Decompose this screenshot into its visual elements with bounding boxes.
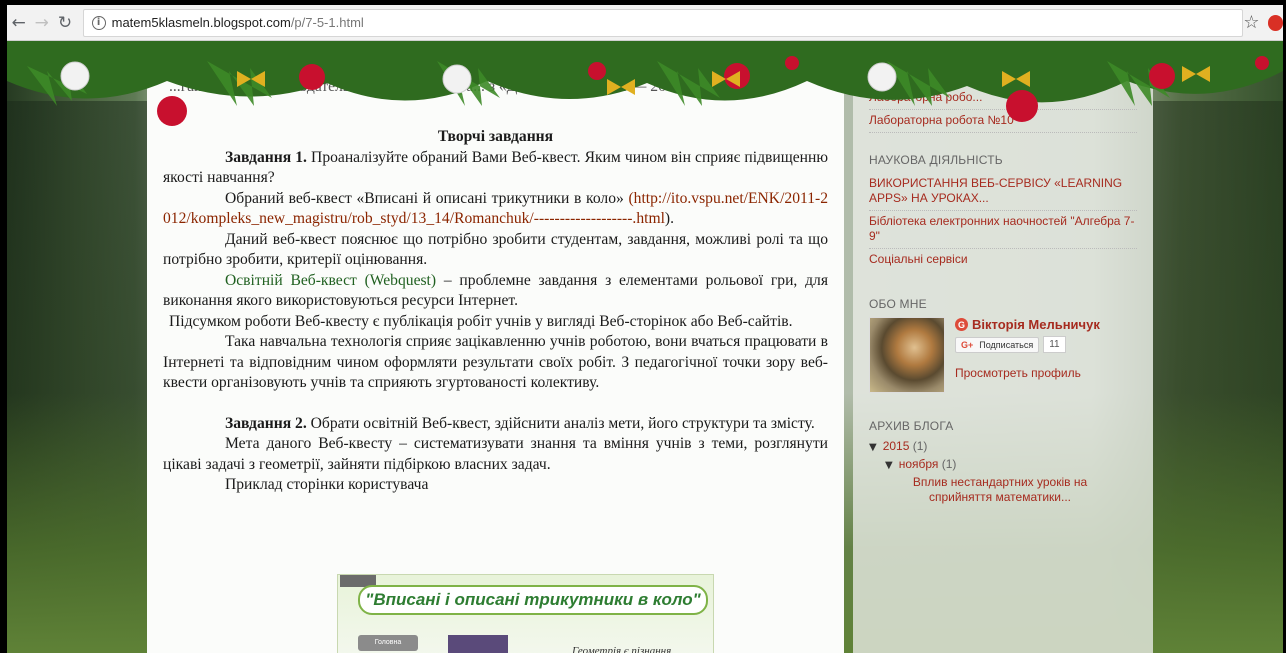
archive-month-row[interactable]: ▼ ноября (1) (869, 457, 1137, 471)
citation-line: ...ганн — 2-е ... М.: Здательско-торгова… (169, 78, 674, 95)
goal-paragraph: Мета даного Веб-квесту – систематизувати… (163, 435, 828, 473)
back-icon[interactable]: ← (7, 11, 30, 35)
follow-label: Подписаться (979, 339, 1034, 350)
triangle-down-icon[interactable]: ▼ (885, 460, 893, 471)
follower-count: 11 (1043, 336, 1066, 353)
archive-month-count: (1) (941, 457, 957, 471)
sidebar-link-learningapps[interactable]: ВИКОРИСТАННЯ ВЕБ-СЕРВІСУ «LEARNING APPS»… (869, 173, 1137, 211)
example-home-button: Головна (358, 635, 418, 651)
task1-label: Завдання 1. (225, 148, 307, 166)
profile-widget: G Вікторія Мельничук G+ Подписаться 11 Пр… (869, 317, 1137, 393)
profile-name-row[interactable]: G Вікторія Мельничук (955, 317, 1100, 332)
archive-heading: АРХИВ БЛОГА (869, 419, 954, 433)
archive-year-count: (1) (912, 439, 928, 453)
profile-name[interactable]: Вікторія Мельничук (972, 317, 1100, 332)
sidebar-link-library[interactable]: Бібліотека електронних наочностей "Алгеб… (869, 211, 1137, 249)
page-viewport: ...ганн — 2-е ... М.: Здательско-торгова… (7, 41, 1283, 653)
example-book-image (448, 635, 508, 653)
sidebar: Лабораторна робо... Лабораторна робота №… (853, 41, 1153, 653)
forward-icon[interactable]: → (30, 11, 53, 35)
task2-label: Завдання 2. (225, 414, 307, 432)
example-caption: Приклад сторінки користувача (225, 476, 429, 493)
reload-icon[interactable]: ↻ (53, 11, 76, 35)
task2-text: Обрати освітній Веб-квест, здійснити ана… (306, 414, 815, 432)
follow-row: G+ Подписаться 11 (955, 336, 1100, 353)
sidebar-link-social[interactable]: Соціальні сервіси (869, 249, 1137, 271)
description-paragraph: Даний веб-квест пояснює що потрібно зроб… (163, 230, 828, 269)
about-heading: ОБО МНЕ (869, 297, 927, 311)
url-host: matem5klasmeln.blogspot.com (111, 15, 291, 30)
sidebar-link-lab[interactable]: Лабораторна робо... (869, 87, 1137, 110)
example-page-title: "Вписані і описані трикутники в коло" (358, 585, 708, 615)
webquest-term[interactable]: Освітній Веб-квест (Webquest) (225, 272, 436, 289)
address-bar[interactable]: i matem5klasmeln.blogspot.com/p/7-5-1.ht… (82, 8, 1244, 37)
webquest-end: ). (664, 210, 675, 227)
post-body: ...ганн — 2-е ... М.: Здательско-торгова… (147, 41, 844, 653)
webquest-intro: Обраний веб-квест «Вписані й описані три… (225, 189, 629, 207)
result-paragraph: Підсумком роботи Веб-квесту є публікація… (169, 312, 793, 330)
triangle-down-icon[interactable]: ▼ (869, 442, 877, 453)
avatar[interactable] (869, 317, 945, 393)
url-path: /p/7-5-1.html (290, 15, 364, 30)
technology-paragraph: Така навчальна технологія сприяє зацікав… (163, 333, 828, 391)
webquest-paragraph: Обраний веб-квест «Вписані й описані три… (163, 189, 828, 230)
extension-icon[interactable] (1267, 14, 1283, 31)
view-profile-link[interactable]: Просмотреть профиль (955, 366, 1100, 380)
task1-paragraph: Завдання 1. Проаналізуйте обраний Вами В… (163, 148, 828, 189)
task2-paragraph: Завдання 2. Обрати освітній Веб-квест, з… (163, 414, 828, 435)
browser-toolbar: ← → ↻ i matem5klasmeln.blogspot.com/p/7-… (7, 5, 1283, 41)
info-icon[interactable]: i (91, 15, 106, 30)
bookmark-star-icon[interactable]: ☆ (1243, 12, 1259, 33)
example-page-text: Геометрія є пізнання (572, 645, 672, 653)
section-title: Творчі завдання (437, 128, 554, 145)
archive-year[interactable]: 2015 (883, 439, 910, 453)
example-page-image: "Вписані і описані трикутники в коло" Го… (337, 574, 714, 653)
archive-month[interactable]: ноября (899, 457, 939, 471)
google-plus-small-icon: G+ (961, 339, 974, 350)
google-plus-icon: G (955, 318, 968, 331)
definition-paragraph: Освітній Веб-квест (Webquest) – проблемн… (163, 271, 828, 312)
science-heading: НАУКОВА ДІЯЛЬНІСТЬ (869, 153, 1003, 167)
follow-button[interactable]: G+ Подписаться (955, 336, 1040, 353)
archive-post-link[interactable]: Вплив нестандартних уроків на сприйняття… (885, 475, 1115, 505)
archive-year-row[interactable]: ▼ 2015 (1) (869, 439, 1137, 453)
sidebar-link-lab10[interactable]: Лабораторна робота №10 (869, 110, 1137, 133)
